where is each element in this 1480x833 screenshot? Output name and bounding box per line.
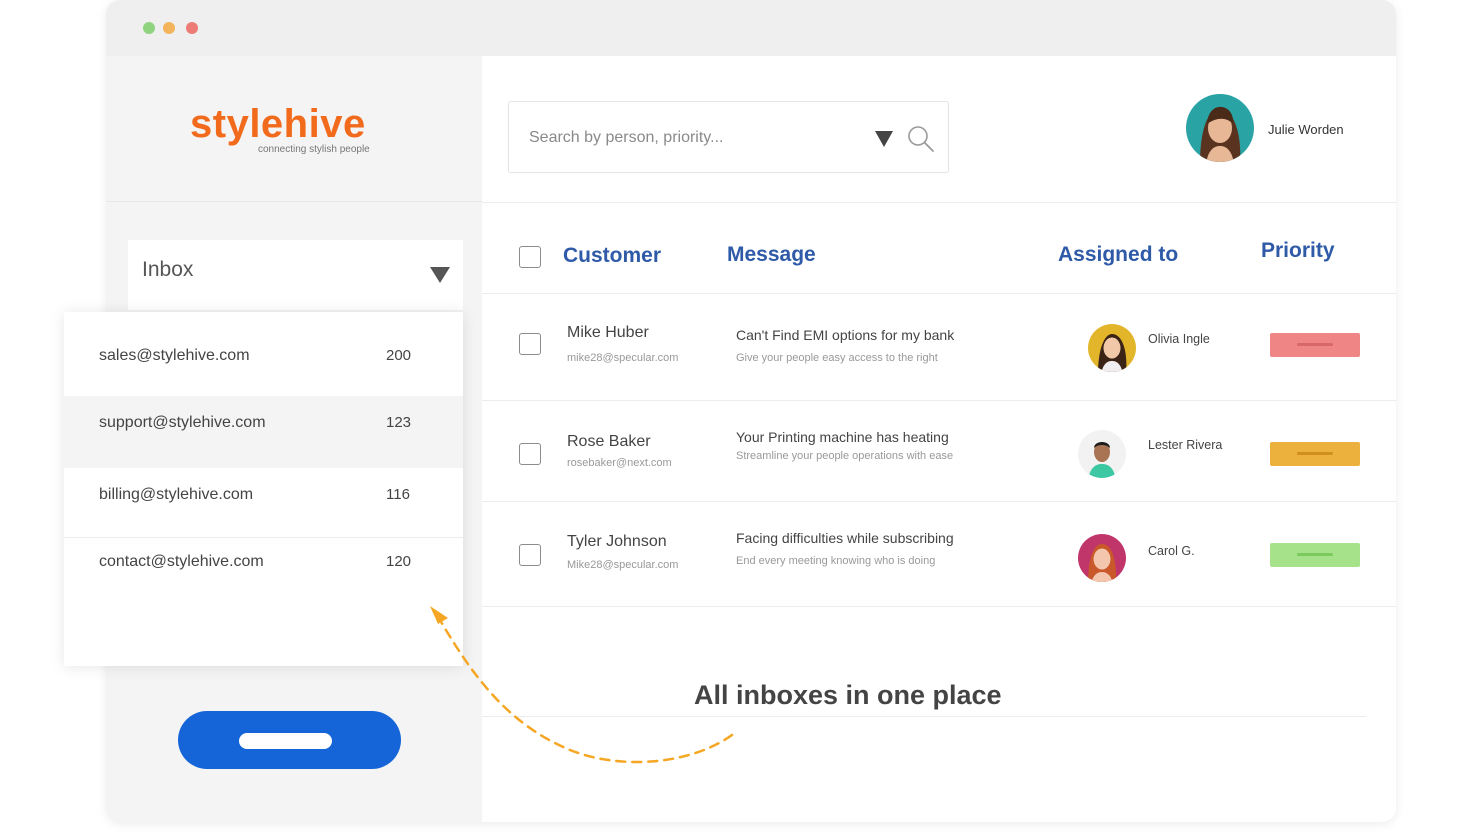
inbox-address: sales@stylehive.com [99, 347, 250, 364]
curved-arrow-icon [430, 606, 734, 764]
assignee-avatar [1078, 430, 1126, 478]
inbox-address: support@stylehive.com [99, 414, 266, 431]
user-name: Julie Worden [1268, 122, 1344, 137]
logo-area: stylehive connecting stylish people [106, 56, 482, 202]
message-title: Can't Find EMI options for my bank [736, 327, 955, 343]
primary-action-button[interactable] [178, 711, 401, 769]
header-message[interactable]: Message [727, 243, 816, 267]
assignee-name: Olivia Ingle [1148, 332, 1210, 346]
search-box[interactable]: Search by person, priority... [508, 101, 949, 173]
select-all-checkbox[interactable] [519, 246, 541, 268]
message-subtitle: End every meeting knowing who is doing [736, 555, 936, 567]
inbox-option-selected[interactable]: support@stylehive.com 123 [64, 396, 463, 468]
brand-logo: stylehive [190, 102, 366, 146]
inbox-option[interactable]: contact@stylehive.com 120 [64, 538, 463, 608]
header-priority[interactable]: Priority [1261, 239, 1335, 263]
title-bar [106, 0, 1396, 56]
minimize-dot[interactable] [163, 22, 175, 34]
button-label-placeholder [239, 733, 332, 749]
priority-badge-medium [1270, 442, 1360, 466]
search-filter-dropdown-icon[interactable] [875, 131, 893, 147]
inbox-count: 200 [386, 347, 412, 364]
customer-name: Mike Huber [567, 324, 649, 341]
header-assigned-to[interactable]: Assigned to [1058, 243, 1178, 267]
customer-email: rosebaker@next.com [567, 457, 672, 469]
divider [482, 501, 1396, 502]
message-subtitle: Give your people easy access to the righ… [736, 352, 938, 364]
inbox-dropdown-menu: sales@stylehive.com 200 support@stylehiv… [64, 312, 463, 666]
inbox-count: 120 [386, 553, 412, 570]
priority-badge-high [1270, 333, 1360, 357]
priority-badge-low [1270, 543, 1360, 567]
inbox-count: 123 [386, 414, 412, 431]
message-title: Facing difficulties while subscribing [736, 530, 954, 546]
inbox-select-label: Inbox [142, 258, 194, 281]
header: Search by person, priority... Julie Word… [482, 56, 1396, 203]
message-title: Your Printing machine has heating [736, 429, 949, 445]
assignee-avatar [1088, 324, 1136, 372]
inbox-count: 116 [386, 486, 410, 503]
close-dot[interactable] [186, 22, 198, 34]
assignee-avatar [1078, 534, 1126, 582]
customer-name: Rose Baker [567, 433, 651, 450]
message-subtitle: Streamline your people operations with e… [736, 450, 954, 462]
inbox-option[interactable]: billing@stylehive.com 116 [64, 468, 463, 538]
user-avatar[interactable] [1186, 94, 1254, 162]
divider [482, 293, 1396, 294]
row-checkbox[interactable] [519, 544, 541, 566]
chevron-down-icon[interactable] [430, 267, 450, 283]
brand-tagline: connecting stylish people [258, 144, 370, 155]
search-input[interactable]: Search by person, priority... [529, 129, 723, 147]
inbox-option[interactable]: sales@stylehive.com 200 [64, 312, 463, 382]
assignee-name: Carol G. [1148, 544, 1195, 558]
divider [482, 400, 1396, 401]
assignee-name: Lester Rivera [1148, 438, 1223, 452]
customer-email: Mike28@specular.com [567, 559, 679, 571]
customer-email: mike28@specular.com [567, 352, 679, 364]
header-customer[interactable]: Customer [563, 244, 661, 268]
row-checkbox[interactable] [519, 333, 541, 355]
search-icon[interactable] [906, 124, 936, 154]
maximize-dot[interactable] [143, 22, 155, 34]
row-checkbox[interactable] [519, 443, 541, 465]
customer-name: Tyler Johnson [567, 533, 667, 550]
inbox-address: contact@stylehive.com [99, 553, 264, 570]
inbox-select[interactable]: Inbox [128, 240, 463, 310]
inbox-address: billing@stylehive.com [99, 486, 254, 503]
